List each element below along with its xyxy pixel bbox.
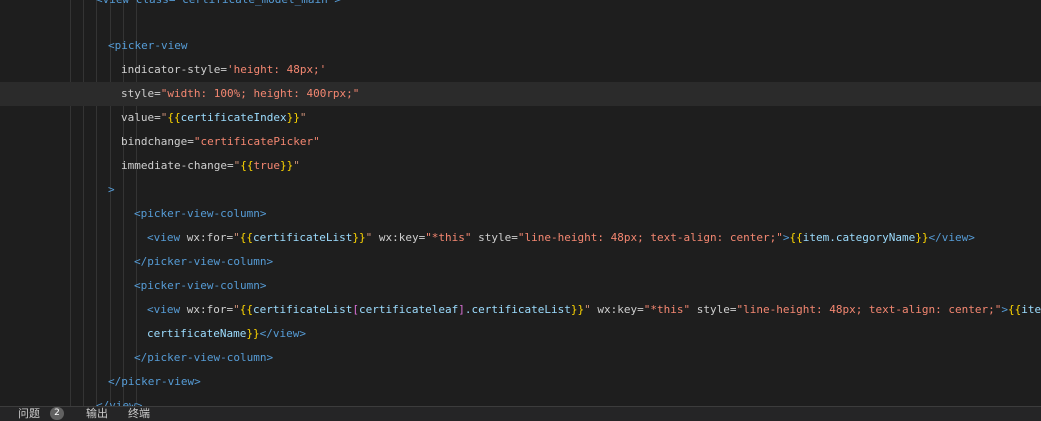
code-text: <view wx:for="{{certificateList[certific… bbox=[147, 303, 1041, 316]
code-text: </picker-view> bbox=[108, 375, 201, 388]
tab-terminal[interactable]: 终端 bbox=[128, 407, 150, 421]
code-line: <view wx:for="{{certificateList[certific… bbox=[0, 298, 1041, 322]
code-text: </picker-view-column> bbox=[134, 351, 274, 364]
code-line: > bbox=[0, 178, 1041, 202]
code-text: <picker-view-column> bbox=[134, 207, 267, 220]
code-text: value="{{certificateIndex}}" bbox=[121, 111, 307, 124]
code-text: <picker-view-column> bbox=[134, 279, 267, 292]
code-text: <view wx:for="{{certificateList}}" wx:ke… bbox=[147, 231, 975, 244]
code-line: <picker-view-column> bbox=[0, 202, 1041, 226]
code-line: <view class="certificate_model_main"> bbox=[0, 0, 1041, 12]
code-text: <view class="certificate_model_main"> bbox=[96, 0, 341, 12]
code-text: > bbox=[108, 183, 115, 196]
code-text: bindchange="certificatePicker" bbox=[121, 135, 320, 148]
tab-output[interactable]: 输出 bbox=[86, 407, 108, 421]
code-line: <picker-view-column> bbox=[0, 274, 1041, 298]
current-code-line: style="width: 100%; height: 400rpx;" bbox=[0, 82, 1041, 106]
code-line: immediate-change="{{true}}" bbox=[0, 154, 1041, 178]
tab-problems[interactable]: 问题 bbox=[18, 407, 40, 421]
code-line: </view> bbox=[0, 394, 1041, 406]
code-line: value="{{certificateIndex}}" bbox=[0, 106, 1041, 130]
code-text: style="width: 100%; height: 400rpx;" bbox=[121, 87, 360, 100]
code-line: </picker-view> bbox=[0, 370, 1041, 394]
code-line: </picker-view-column> bbox=[0, 250, 1041, 274]
code-line: <picker-view bbox=[0, 34, 1041, 58]
code-line: bindchange="certificatePicker" bbox=[0, 130, 1041, 154]
code-line: </picker-view-column> bbox=[0, 346, 1041, 370]
code-text: certificateName}}</view> bbox=[147, 327, 306, 340]
bottom-panel-tabs: 问题 2 输出 终端 bbox=[0, 406, 1041, 421]
code-line: indicator-style='height: 48px;' bbox=[0, 58, 1041, 82]
code-line: <view wx:for="{{certificateList}}" wx:ke… bbox=[0, 226, 1041, 250]
code-text: </picker-view-column> bbox=[134, 255, 274, 268]
code-line: certificateName}}</view> bbox=[0, 322, 1041, 346]
code-text: <picker-view bbox=[108, 39, 188, 52]
problems-count-badge: 2 bbox=[50, 407, 64, 420]
code-text: indicator-style='height: 48px;' bbox=[121, 63, 327, 76]
code-editor[interactable]: <view class="certificate_model_main"> <p… bbox=[0, 0, 1041, 406]
code-text: </view> bbox=[96, 399, 143, 406]
code-text: immediate-change="{{true}}" bbox=[121, 159, 300, 172]
